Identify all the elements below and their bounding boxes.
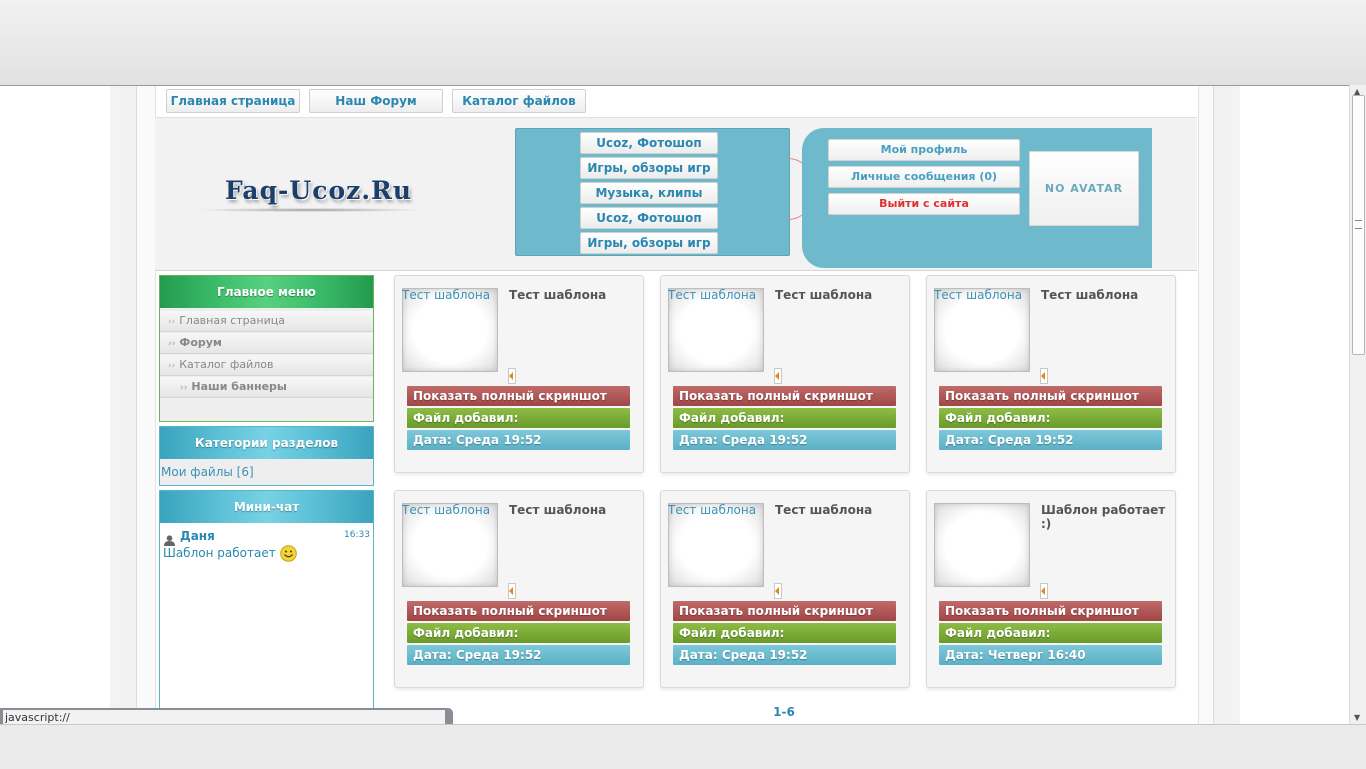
thumbnail-link[interactable]: Тест шаблона: [934, 288, 1022, 302]
file-card: Тест шаблона Тест шаблона Показать полны…: [660, 275, 910, 473]
file-added-by: Файл добавил:: [673, 623, 896, 643]
site-logo[interactable]: Faq-Ucoz.Ru: [225, 176, 412, 205]
file-title[interactable]: Тест шаблона: [509, 503, 606, 517]
thumbnail-link[interactable]: Тест шаблона: [668, 288, 756, 302]
pagination[interactable]: 1-6: [764, 705, 804, 719]
file-title[interactable]: Тест шаблона: [509, 288, 606, 302]
sidebar-item-label: Главная страница: [179, 314, 285, 327]
file-date: Дата: Четверг 16:40: [939, 645, 1162, 665]
file-date: Дата: Среда 19:52: [407, 645, 630, 665]
header-category-link[interactable]: Музыка, клипы: [580, 182, 718, 204]
private-messages-button[interactable]: Личные сообщения (0): [828, 166, 1020, 188]
user-icon: [164, 531, 175, 546]
categories-title: Категории разделов: [160, 427, 373, 459]
chat-message-text: Шаблон работает: [163, 546, 276, 560]
user-panel: Мой профиль Личные сообщения (0) Выйти с…: [802, 128, 1152, 268]
file-thumbnail[interactable]: [934, 503, 1030, 587]
nav-catalog-button[interactable]: Каталог файлов: [452, 89, 586, 113]
scroll-down-icon[interactable]: ▼: [1354, 713, 1360, 722]
file-added-by: Файл добавил:: [407, 623, 630, 643]
grip-icon: [1355, 220, 1362, 229]
logo-shadow: [195, 208, 425, 212]
header-category-link[interactable]: Игры, обзоры игр: [580, 157, 718, 179]
show-screenshot-button[interactable]: Показать полный скриншот: [673, 386, 896, 406]
file-title[interactable]: Шаблон работает :): [1041, 503, 1175, 531]
header-category-link[interactable]: Игры, обзоры игр: [580, 232, 718, 254]
show-screenshot-button[interactable]: Показать полный скриншот: [939, 386, 1162, 406]
sidebar-item-label: Наши баннеры: [191, 380, 287, 393]
avatar[interactable]: NO AVATAR: [1029, 151, 1139, 226]
file-card: Тест шаблона Тест шаблона Показать полны…: [926, 275, 1176, 473]
file-card: Тест шаблона Тест шаблона Показать полны…: [394, 275, 644, 473]
header-categories-panel: Ucoz, Фотошоп Игры, обзоры игр Музыка, к…: [515, 128, 790, 256]
sidebar-item-home[interactable]: ›› Главная страница: [160, 311, 373, 332]
scrollbar-thumb[interactable]: [1352, 95, 1365, 355]
file-added-by: Файл добавил:: [407, 408, 630, 428]
show-screenshot-button[interactable]: Показать полный скриншот: [939, 601, 1162, 621]
show-screenshot-button[interactable]: Показать полный скриншот: [407, 601, 630, 621]
thumbnail-link[interactable]: Тест шаблона: [668, 503, 756, 517]
sidebar-item-label: Каталог файлов: [179, 358, 274, 371]
file-title[interactable]: Тест шаблона: [775, 288, 872, 302]
nav-home-button[interactable]: Главная страница: [166, 89, 300, 113]
main-menu-block: Главное меню ›› Главная страница ›› Форум …: [159, 275, 374, 422]
smiley-icon: [279, 545, 297, 562]
browser-bottom-bar: [0, 724, 1366, 769]
page-viewport: Главная страница Наш Форум Каталог файло…: [0, 86, 1349, 724]
minichat-title: Мини-чат: [160, 491, 373, 523]
categories-block: Категории разделов Мои файлы [6]: [159, 426, 374, 486]
header-category-link[interactable]: Ucoz, Фотошоп: [580, 207, 718, 229]
arrow-left-icon[interactable]: [508, 583, 516, 599]
header-category-link[interactable]: Ucoz, Фотошоп: [580, 132, 718, 154]
vertical-scrollbar[interactable]: ▲ ▼: [1349, 85, 1366, 724]
file-added-by: Файл добавил:: [939, 623, 1162, 643]
show-screenshot-button[interactable]: Показать полный скриншот: [673, 601, 896, 621]
nav-forum-button[interactable]: Наш Форум: [309, 89, 443, 113]
sidebar-item-label: Форум: [179, 336, 222, 349]
double-arrow-icon: ››: [168, 317, 176, 327]
file-date: Дата: Среда 19:52: [939, 430, 1162, 450]
sidebar-item-banners[interactable]: ›› Наши баннеры: [160, 377, 373, 398]
my-files-link[interactable]: Мои файлы [6]: [161, 465, 254, 479]
file-title[interactable]: Тест шаблона: [775, 503, 872, 517]
file-title[interactable]: Тест шаблона: [1041, 288, 1138, 302]
logout-button[interactable]: Выйти с сайта: [828, 193, 1020, 215]
sidebar-item-catalog[interactable]: ›› Каталог файлов: [160, 355, 373, 376]
status-bar: javascript://: [0, 708, 453, 725]
minichat-block: Мини-чат Даня 16:33 Шаблон работает: [159, 490, 374, 724]
double-arrow-icon: ››: [168, 339, 176, 349]
file-date: Дата: Среда 19:52: [673, 430, 896, 450]
main-menu-title: Главное меню: [160, 276, 373, 308]
file-date: Дата: Среда 19:52: [407, 430, 630, 450]
status-bar-text: javascript://: [3, 710, 445, 725]
sidebar-item-forum[interactable]: ›› Форум: [160, 333, 373, 354]
double-arrow-icon: ››: [168, 361, 176, 371]
chat-message: Шаблон работает: [163, 545, 297, 562]
thumbnail-link[interactable]: Тест шаблона: [402, 288, 490, 302]
site-header: Faq-Ucoz.Ru Ucoz, Фотошоп Игры, обзоры и…: [155, 117, 1197, 271]
chat-time: 16:33: [344, 530, 370, 540]
file-date: Дата: Среда 19:52: [673, 645, 896, 665]
show-screenshot-button[interactable]: Показать полный скриншот: [407, 386, 630, 406]
thumbnail-link[interactable]: Тест шаблона: [402, 503, 490, 517]
arrow-left-icon[interactable]: [508, 368, 516, 384]
arrow-left-icon[interactable]: [1040, 583, 1048, 599]
chat-username[interactable]: Даня: [180, 529, 215, 543]
file-card: Тест шаблона Тест шаблона Показать полны…: [660, 490, 910, 688]
file-card: Шаблон работает :) Показать полный скрин…: [926, 490, 1176, 688]
arrow-left-icon[interactable]: [774, 583, 782, 599]
double-arrow-icon: ››: [180, 383, 188, 393]
browser-toolbar: [0, 0, 1366, 86]
file-added-by: Файл добавил:: [673, 408, 896, 428]
file-added-by: Файл добавил:: [939, 408, 1162, 428]
sidebar: Главное меню ›› Главная страница ›› Форум …: [159, 275, 374, 724]
file-card: Тест шаблона Тест шаблона Показать полны…: [394, 490, 644, 688]
arrow-left-icon[interactable]: [774, 368, 782, 384]
arrow-left-icon[interactable]: [1040, 368, 1048, 384]
my-profile-button[interactable]: Мой профиль: [828, 139, 1020, 161]
